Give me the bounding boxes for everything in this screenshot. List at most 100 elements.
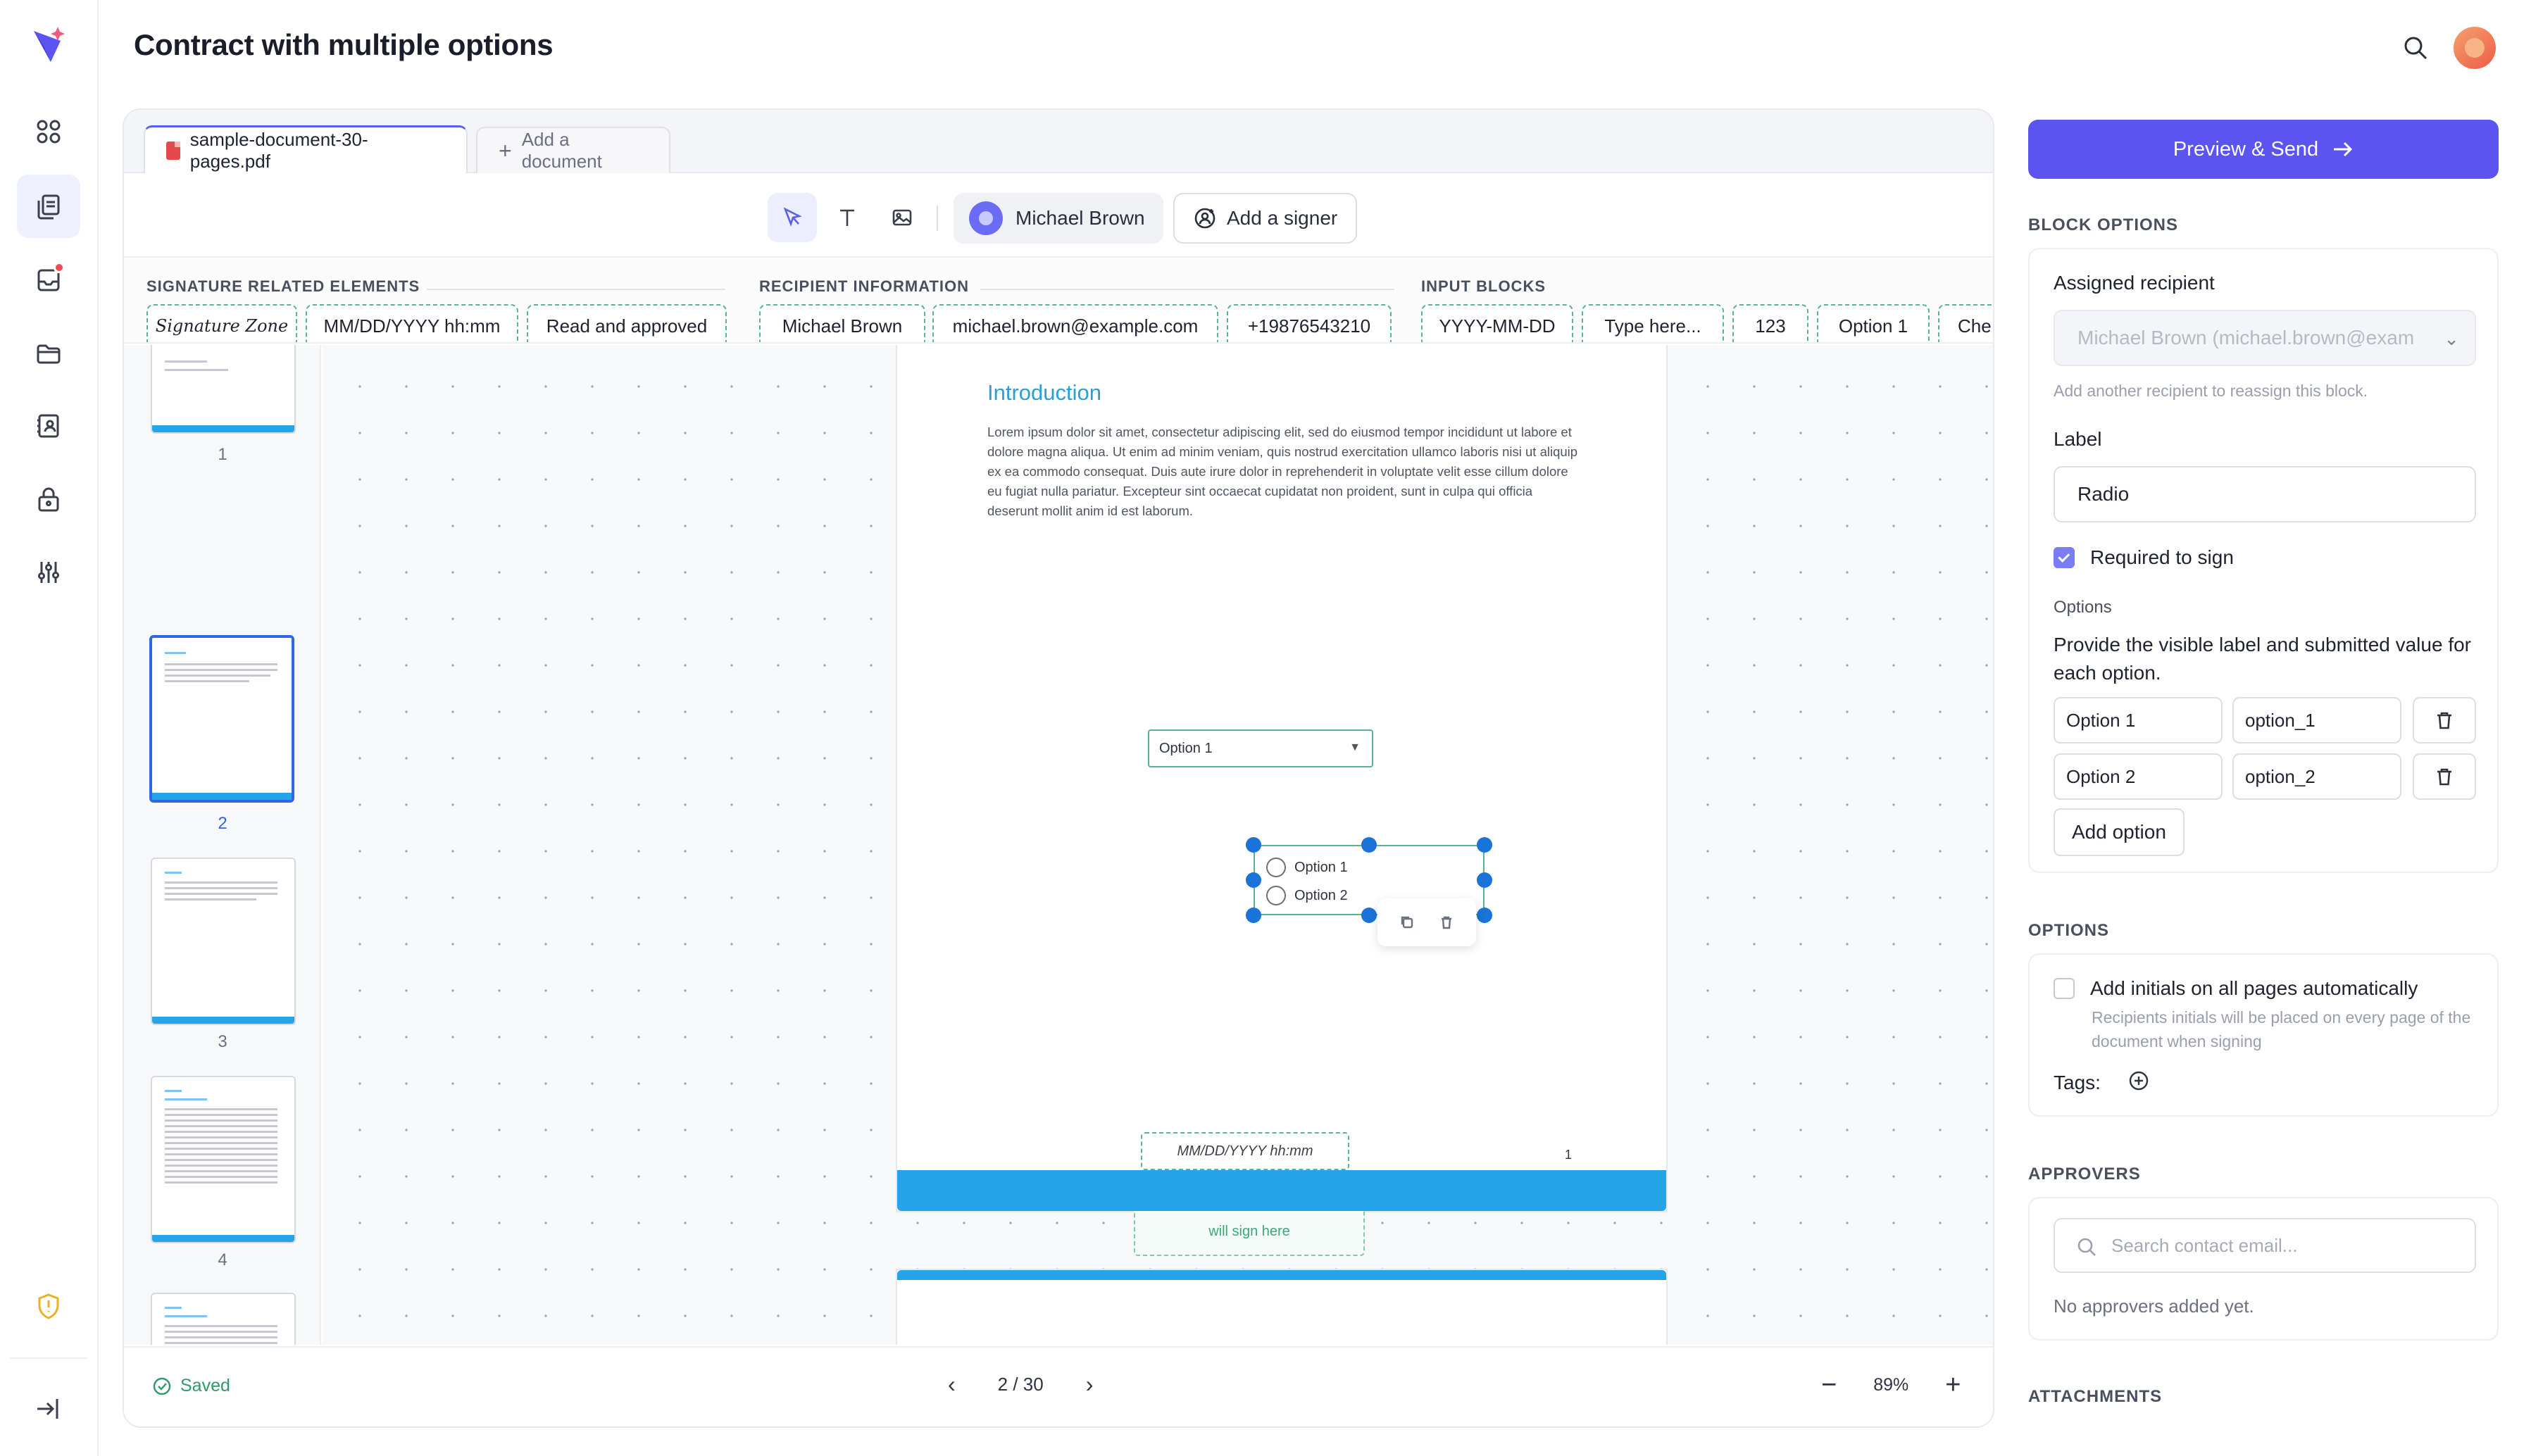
approvers-search-input[interactable]: Search contact email... <box>2054 1218 2476 1273</box>
zoom-control: − 89% + <box>1821 1372 1961 1398</box>
datetime-chip[interactable]: MM/DD/YYYY hh:mm <box>306 304 518 342</box>
add-tag-icon[interactable] <box>2127 1069 2151 1093</box>
tab-document[interactable]: sample-document-30-pages.pdf <box>144 125 468 173</box>
approvers-empty: No approvers added yet. <box>2054 1295 2254 1317</box>
nav-vault[interactable] <box>17 467 80 531</box>
preview-send-label: Preview & Send <box>2173 137 2319 161</box>
add-document-label: Add a document <box>521 129 602 172</box>
page-number: 1 <box>1565 1148 1573 1162</box>
chevron-right-icon[interactable]: › <box>1086 1372 1094 1398</box>
image-icon <box>892 209 912 226</box>
options-card: Add initials on all pages automatically … <box>2028 953 2499 1117</box>
dropdown-block-value: Option 1 <box>1159 740 1213 756</box>
nav-documents[interactable] <box>17 175 80 238</box>
approvers-search-placeholder: Search contact email... <box>2111 1234 2298 1256</box>
add-document-tab[interactable]: + Add a document <box>476 127 670 173</box>
signature-zone-chip[interactable]: Signature Zone <box>146 304 297 342</box>
delete-option-button[interactable] <box>2413 753 2476 800</box>
trash-icon[interactable] <box>1439 915 1454 930</box>
trash-icon <box>2437 768 2451 786</box>
chevron-down-icon: ⌄ <box>2444 328 2459 349</box>
input-group-label: INPUT BLOCKS <box>1421 277 1546 295</box>
option-value-input[interactable]: option_2 <box>2232 753 2401 800</box>
add-option-button[interactable]: Add option <box>2054 808 2185 856</box>
image-tool[interactable] <box>877 193 927 242</box>
resize-handle[interactable] <box>1246 872 1261 888</box>
page-indicator: 2 / 30 <box>997 1374 1044 1395</box>
thumb-line <box>165 872 182 874</box>
document-page[interactable]: Introduction Lorem ipsum dolor sit amet,… <box>897 345 1666 1256</box>
assigned-recipient-label: Assigned recipient <box>2054 272 2215 294</box>
number-input-chip[interactable]: 123 <box>1732 304 1808 342</box>
thumbnail-page-1[interactable] <box>151 345 296 434</box>
chevron-left-icon[interactable]: ‹ <box>948 1372 956 1398</box>
resize-handle[interactable] <box>1246 908 1261 923</box>
add-signer-button[interactable]: Add a signer <box>1173 193 1358 244</box>
assigned-recipient-value: Michael Brown (michael.brown@exam <box>2077 327 2415 349</box>
thumbnail-number: 3 <box>218 1032 227 1051</box>
read-approved-chip[interactable]: Read and approved <box>527 304 727 342</box>
block-options-title: BLOCK OPTIONS <box>2028 215 2179 234</box>
nav-inbox[interactable] <box>17 248 80 311</box>
resize-handle[interactable] <box>1361 908 1377 923</box>
thumb-text-block <box>165 1108 277 1186</box>
nav-settings[interactable] <box>17 541 80 604</box>
text-tool[interactable] <box>823 193 872 242</box>
logo-icon[interactable] <box>30 25 66 68</box>
option-label-input[interactable]: Option 1 <box>2054 697 2223 743</box>
radio-option-label: Option 1 <box>1294 859 1348 875</box>
text-input-chip[interactable]: Type here... <box>1582 304 1724 342</box>
recipient-name-chip[interactable]: Michael Brown <box>759 304 925 342</box>
page-body-text: Lorem ipsum dolor sit amet, consectetur … <box>987 425 1578 518</box>
thumb-line <box>165 898 256 900</box>
document-canvas[interactable]: Introduction Lorem ipsum dolor sit amet,… <box>323 345 1993 1345</box>
collapse-sidebar-button[interactable] <box>17 1377 80 1441</box>
thumb-line <box>165 1315 207 1317</box>
page-footer-bar <box>897 1170 1666 1211</box>
thumbnail-page-5[interactable] <box>151 1293 296 1345</box>
nav-folders[interactable] <box>17 321 80 384</box>
resize-handle[interactable] <box>1361 837 1377 853</box>
dropdown-input-chip[interactable]: Option 1 <box>1817 304 1930 342</box>
thumb-line <box>165 881 277 884</box>
radio-option[interactable]: Option 2 <box>1266 886 1348 905</box>
thumbnail-page-3[interactable] <box>151 858 296 1025</box>
copy-icon[interactable] <box>1399 915 1415 930</box>
minus-icon[interactable]: − <box>1821 1372 1837 1398</box>
required-checkbox[interactable]: Required to sign <box>2054 546 2234 569</box>
recipient-phone-chip[interactable]: +19876543210 <box>1227 304 1392 342</box>
active-signer-chip[interactable]: Michael Brown <box>954 193 1163 244</box>
resize-handle[interactable] <box>1477 837 1492 853</box>
date-input-chip[interactable]: YYYY-MM-DD <box>1421 304 1573 342</box>
thumb-bar <box>152 793 292 800</box>
resize-handle[interactable] <box>1477 872 1492 888</box>
plus-icon[interactable]: + <box>1945 1372 1961 1398</box>
thumbnail-page-2[interactable] <box>149 635 294 803</box>
arrow-right-icon <box>2334 142 2353 157</box>
label-input[interactable]: Radio <box>2054 466 2476 522</box>
option-value-input[interactable]: option_1 <box>2232 697 2401 743</box>
radio-option[interactable]: Option 1 <box>1266 858 1348 877</box>
dropdown-block[interactable]: Option 1 ▼ <box>1148 729 1373 767</box>
resize-handle[interactable] <box>1477 908 1492 923</box>
nav-security-warning[interactable] <box>17 1274 80 1338</box>
text-icon <box>840 209 854 226</box>
thumb-line <box>165 369 228 371</box>
add-user-icon <box>1194 208 1215 229</box>
recipient-email-chip[interactable]: michael.brown@example.com <box>932 304 1218 342</box>
signer-avatar <box>969 201 1003 235</box>
pdf-icon <box>166 141 180 160</box>
approvers-card: Search contact email... No approvers add… <box>2028 1197 2499 1341</box>
next-page[interactable] <box>897 1270 1666 1345</box>
nav-dashboard[interactable] <box>17 100 80 163</box>
select-tool[interactable] <box>768 193 817 242</box>
initials-checkbox[interactable]: Add initials on all pages automatically <box>2054 977 2418 1000</box>
date-block[interactable]: MM/DD/YYYY hh:mm <box>1141 1132 1349 1170</box>
delete-option-button[interactable] <box>2413 697 2476 743</box>
resize-handle[interactable] <box>1246 837 1261 853</box>
preview-send-button[interactable]: Preview & Send <box>2028 120 2499 179</box>
option-label-input[interactable]: Option 2 <box>2054 753 2223 800</box>
checkbox-input-chip[interactable]: Che <box>1938 304 1993 342</box>
nav-contacts[interactable] <box>17 394 80 458</box>
thumbnail-page-4[interactable] <box>151 1076 296 1243</box>
